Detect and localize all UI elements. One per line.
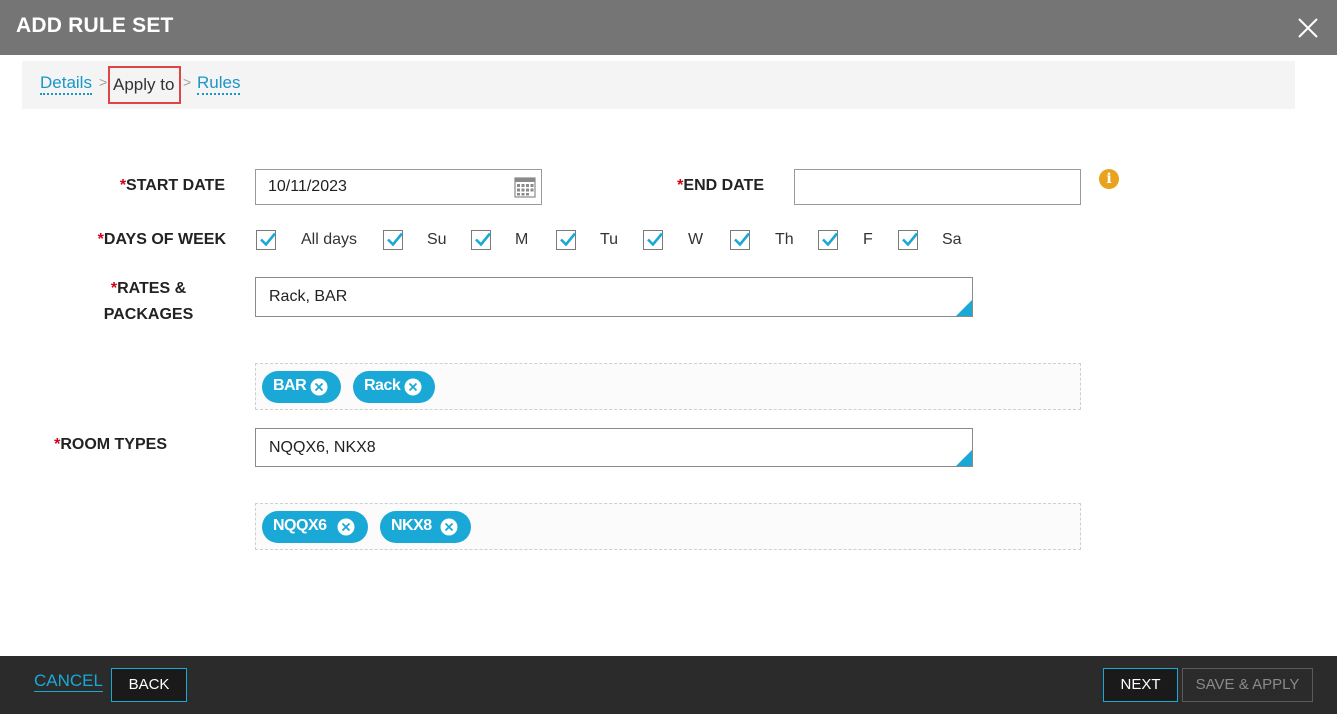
info-icon[interactable]: i — [1099, 169, 1119, 189]
rates-packages-tags: BAR Rack — [255, 363, 1081, 410]
breadcrumb-apply-to[interactable]: Apply to — [108, 66, 181, 104]
day-label-thursday: Th — [775, 231, 794, 248]
days-of-week-label: *DAYS OF WEEK — [60, 227, 226, 253]
dropdown-corner-icon — [956, 450, 972, 466]
day-label-wednesday: W — [688, 231, 704, 248]
dialog-footer: CANCEL BACK NEXT SAVE & APPLY — [0, 656, 1337, 714]
room-types-select[interactable]: NQQX6, NKX8 — [255, 428, 973, 467]
room-types-tags: NQQX6 NKX8 — [255, 503, 1081, 550]
tag-label: Rack — [364, 377, 401, 394]
breadcrumb-separator: > — [99, 74, 108, 90]
tag-chip: NQQX6 — [262, 511, 368, 543]
check-icon — [734, 232, 751, 247]
end-date-label-text: END DATE — [683, 177, 764, 194]
check-icon — [475, 232, 492, 247]
end-date-label: *END DATE — [640, 173, 764, 199]
tag-chip: BAR — [262, 371, 341, 403]
next-button[interactable]: NEXT — [1103, 668, 1178, 702]
tag-label: BAR — [273, 377, 307, 394]
check-icon — [822, 232, 839, 247]
checkbox-all-days[interactable] — [256, 230, 277, 250]
tag-chip: Rack — [353, 371, 435, 403]
days-of-week-label-text: DAYS OF WEEK — [103, 231, 226, 248]
save-apply-button[interactable]: SAVE & APPLY — [1182, 668, 1313, 702]
back-button[interactable]: BACK — [111, 668, 187, 702]
remove-tag-icon[interactable] — [310, 378, 328, 396]
start-date-field[interactable]: 10/11/2023 — [255, 169, 542, 205]
dropdown-corner-icon — [956, 300, 972, 316]
checkbox-wednesday[interactable] — [643, 230, 664, 250]
tag-label: NKX8 — [391, 517, 432, 534]
calendar-icon[interactable] — [514, 176, 536, 198]
room-types-value: NQQX6, NKX8 — [269, 439, 376, 456]
check-icon — [647, 232, 664, 247]
check-icon — [560, 232, 577, 247]
day-label-tuesday: Tu — [600, 231, 619, 248]
end-date-field[interactable] — [794, 169, 1081, 205]
remove-tag-icon[interactable] — [440, 518, 458, 536]
day-label-friday: F — [863, 231, 873, 248]
remove-tag-icon[interactable] — [337, 518, 355, 536]
start-date-label: *START DATE — [100, 173, 225, 199]
tag-chip: NKX8 — [380, 511, 471, 543]
day-label-sunday: Su — [427, 231, 447, 248]
dialog-header: ADD RULE SET — [0, 0, 1337, 55]
day-label-all-days: All days — [301, 231, 358, 248]
start-date-label-text: START DATE — [126, 177, 225, 194]
rates-packages-label-line2: PACKAGES — [103, 306, 194, 323]
rates-packages-label: *RATES & PACKAGES — [90, 276, 207, 328]
checkbox-thursday[interactable] — [730, 230, 751, 250]
day-label-saturday: Sa — [942, 231, 962, 248]
check-icon — [260, 232, 277, 247]
tag-label: NQQX6 — [273, 517, 327, 534]
breadcrumb-details[interactable]: Details — [40, 73, 92, 95]
checkbox-saturday[interactable] — [898, 230, 919, 250]
rates-packages-label-line1: RATES & — [117, 280, 187, 297]
dialog-title: ADD RULE SET — [16, 14, 174, 37]
checkbox-tuesday[interactable] — [556, 230, 577, 250]
remove-tag-icon[interactable] — [404, 378, 422, 396]
rates-packages-value: Rack, BAR — [269, 288, 348, 305]
day-label-monday: M — [515, 231, 529, 248]
room-types-label: *ROOM TYPES — [40, 432, 167, 458]
room-types-label-text: ROOM TYPES — [60, 436, 167, 453]
check-icon — [387, 232, 404, 247]
rates-packages-select[interactable]: Rack, BAR — [255, 277, 973, 317]
close-icon[interactable] — [1296, 16, 1320, 40]
breadcrumb-rules[interactable]: Rules — [197, 73, 241, 95]
breadcrumb: Details > Apply to > Rules — [22, 61, 1295, 109]
cancel-button[interactable]: CANCEL — [34, 671, 103, 692]
check-icon — [902, 232, 919, 247]
start-date-value: 10/11/2023 — [268, 178, 347, 195]
checkbox-monday[interactable] — [471, 230, 492, 250]
checkbox-sunday[interactable] — [383, 230, 404, 250]
checkbox-friday[interactable] — [818, 230, 839, 250]
breadcrumb-separator: > — [183, 74, 192, 90]
